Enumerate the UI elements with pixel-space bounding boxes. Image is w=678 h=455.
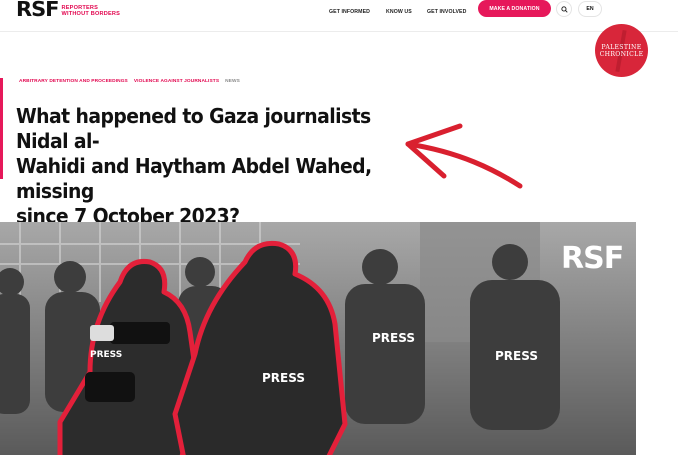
title-line-1: What happened to Gaza journalists Nidal … (16, 104, 371, 153)
tag-news[interactable]: NEWS (225, 79, 240, 84)
logo-text: REPORTERS WITHOUT BORDERS (61, 5, 120, 17)
logo-text-line2: WITHOUT BORDERS (61, 11, 121, 17)
vest-label-2: PRESS (372, 331, 415, 345)
hero-rsf-watermark: RSF (561, 241, 624, 276)
make-donation-button[interactable]: MAKE A DONATION (478, 0, 551, 17)
badge-line1: PALESTINE (601, 43, 642, 51)
logo-mark: RSF (15, 0, 60, 21)
tag-violence-against-journalists[interactable]: VIOLENCE AGAINST JOURNALISTS (134, 79, 219, 84)
tag-arbitrary-detention[interactable]: ARBITRARY DETENTION AND PROCEEDINGS (19, 79, 128, 84)
vest-label-3: PRESS (495, 349, 538, 363)
site-header: RSF REPORTERS WITHOUT BORDERS GET INFORM… (0, 0, 678, 32)
hero-image: PRESS PRESS PRESS PRESS (0, 222, 636, 455)
vest-label-4: PRESS (90, 350, 122, 360)
language-selector[interactable]: EN (578, 1, 602, 17)
nav-get-informed[interactable]: GET INFORMED (329, 6, 370, 18)
rsf-logo[interactable]: RSF REPORTERS WITHOUT BORDERS (15, 0, 120, 21)
article-title: What happened to Gaza journalists Nidal … (16, 104, 392, 229)
badge-line2: CHRONICLE (599, 50, 644, 58)
nav-know-us[interactable]: KNOW US (386, 6, 412, 18)
vest-label-1: PRESS (262, 371, 305, 385)
hero-photo-illustration: PRESS PRESS PRESS PRESS (0, 222, 636, 455)
title-accent-bar (0, 78, 3, 179)
title-line-2: Wahidi and Haytham Abdel Wahed, missing (16, 154, 372, 203)
article-tags: ARBITRARY DETENTION AND PROCEEDINGS VIOL… (19, 79, 240, 84)
palestine-chronicle-badge: PALESTINE CHRONICLE (595, 24, 648, 77)
search-button[interactable] (556, 1, 572, 17)
search-icon (560, 5, 568, 13)
red-arrow-annotation (405, 123, 523, 189)
nav-get-involved[interactable]: GET INVOLVED (427, 6, 466, 18)
